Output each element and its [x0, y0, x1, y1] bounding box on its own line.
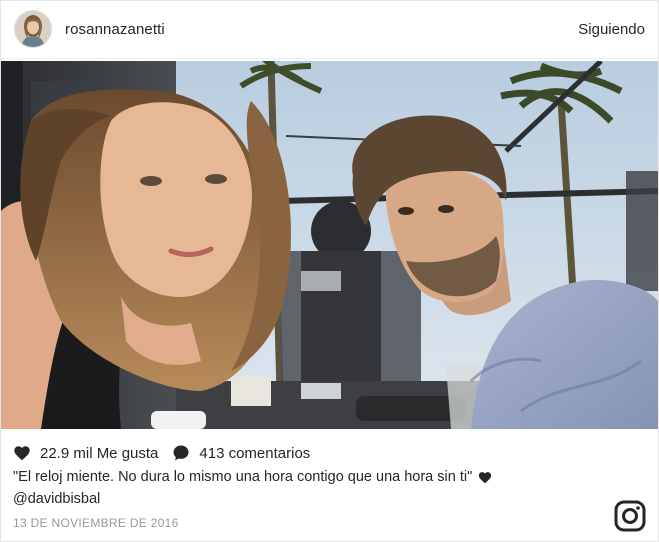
post-photo[interactable]	[1, 61, 658, 429]
post-date: 13 DE NOVIEMBRE DE 2016	[13, 516, 179, 530]
comment-bubble-icon[interactable]	[172, 444, 190, 462]
comments-count[interactable]: 413 comentarios	[199, 445, 310, 462]
instagram-post: rosannazanetti Siguiendo 22.9 mil Me gus…	[0, 0, 659, 542]
instagram-logo-icon[interactable]	[614, 500, 646, 532]
likes-count[interactable]: 22.9 mil Me gusta	[40, 445, 158, 462]
selfie-photo	[1, 61, 658, 429]
caption-text: "El reloj miente. No dura lo mismo una h…	[13, 469, 473, 485]
following-button[interactable]: Siguiendo	[578, 21, 645, 38]
mention-link[interactable]: @davidbisbal	[13, 491, 100, 507]
post-actions: 22.9 mil Me gusta 413 comentarios	[13, 444, 310, 462]
username[interactable]: rosannazanetti	[65, 21, 165, 38]
post-header: rosannazanetti Siguiendo	[1, 1, 658, 59]
profile-avatar-image	[15, 11, 51, 47]
heart-icon[interactable]	[13, 445, 31, 461]
heart-emoji-icon	[478, 471, 492, 484]
avatar[interactable]	[14, 10, 52, 48]
post-caption: "El reloj miente. No dura lo mismo una h…	[13, 469, 492, 485]
